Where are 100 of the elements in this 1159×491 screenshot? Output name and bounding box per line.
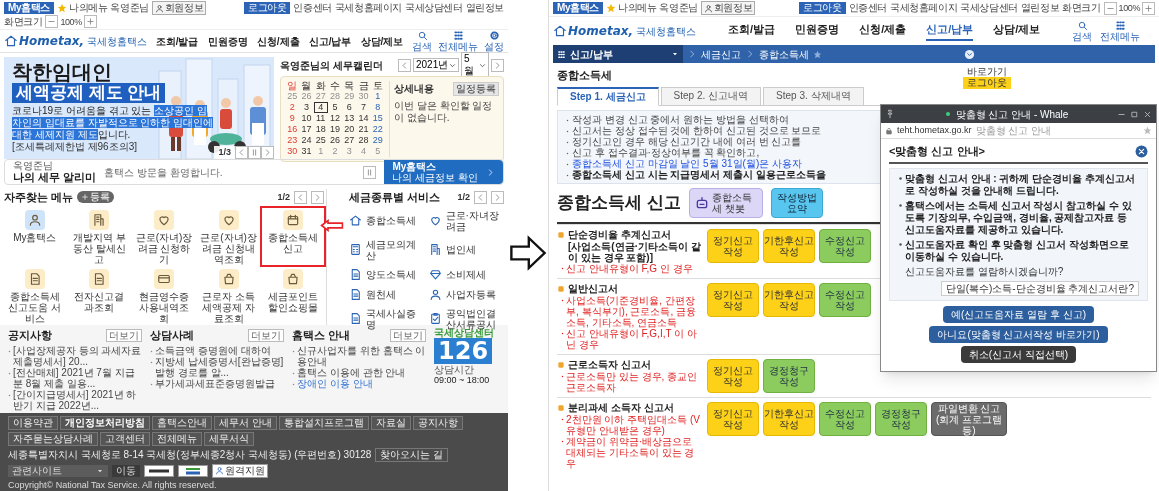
toolbar-button[interactable]: 검색 <box>1072 20 1093 42</box>
breadcrumb-link[interactable]: 세금신고 <box>701 46 741 62</box>
nav-menu-item[interactable]: 민원증명 <box>795 20 840 42</box>
my-menu-link[interactable]: 나의메뉴 <box>605 2 657 14</box>
menu-shortcut[interactable]: 개발지역 부동산 탈세신고 <box>68 207 131 265</box>
notice-link[interactable]: 부가세과세표준증명원발급 <box>155 377 275 389</box>
step-tab[interactable]: Step 3. 삭제내역 <box>763 87 864 106</box>
header-link[interactable]: 국세상담센터 <box>405 2 463 14</box>
form-button[interactable]: 정기신고 작성 <box>707 402 759 436</box>
form-button[interactable]: 파일변환 신고 (회계 프로그램 등) <box>931 402 1007 436</box>
header-link[interactable]: 화면크기 <box>1062 2 1101 14</box>
breadcrumb-link[interactable]: 종합소득세 <box>759 46 809 62</box>
header-link[interactable]: 국세상담센터 <box>960 2 1018 14</box>
step-tab[interactable]: Step 1. 세금신고 <box>557 87 659 106</box>
zoom-in-button[interactable] <box>1142 1 1155 15</box>
calendar-day[interactable]: 16 <box>285 124 300 135</box>
footer-link[interactable]: 공지사항 <box>412 415 463 430</box>
calendar-day[interactable]: 2 <box>285 102 300 113</box>
toolbar-button[interactable]: 설정 <box>484 30 504 52</box>
dialog-button[interactable]: 아니요(맞춤형 신고서작성 바로가기) <box>929 325 1108 343</box>
my-hometax-button[interactable]: My홈택스 <box>553 2 603 14</box>
menu-shortcut[interactable]: 현금영수증 사용내역조회 <box>133 266 195 324</box>
header-button[interactable]: 로그아웃 <box>243 2 291 14</box>
zoom-out-button[interactable] <box>1103 1 1117 15</box>
header-link[interactable]: 열린정보 <box>465 2 504 14</box>
tax-service-link[interactable]: 법인세 <box>428 236 504 263</box>
notice-link[interactable]: [전산매체] 2021년 7월 지급분 8월 제출 일용... <box>13 366 142 389</box>
nav-menu-item[interactable]: 민원증명 <box>207 33 248 49</box>
prev-month-button[interactable] <box>398 58 411 72</box>
calendar-day[interactable]: 31 <box>299 146 314 157</box>
nav-menu-item[interactable]: 조회/발급 <box>155 33 199 49</box>
tax-service-link[interactable]: 사업자등록 <box>428 285 504 303</box>
footer-link[interactable]: 세무서식 <box>204 431 254 446</box>
menu-shortcut[interactable]: 전자신고결과조회 <box>68 266 131 324</box>
calendar-day[interactable]: 30 <box>285 146 300 157</box>
directions-button[interactable]: 찾아오시는 길 <box>375 447 449 462</box>
footer-link[interactable]: 자료실 <box>370 415 411 430</box>
calendar-day[interactable]: 27 <box>342 135 357 146</box>
my-menu-link[interactable]: 나의메뉴 <box>56 2 108 14</box>
nav-menu-item[interactable]: 신고/납부 <box>308 33 352 49</box>
calendar-day[interactable]: 29 <box>370 135 385 146</box>
calendar-day[interactable]: 11 <box>313 113 328 124</box>
form-button[interactable]: 수정신고 작성 <box>819 402 871 436</box>
add-button[interactable]: 등록 <box>77 191 115 204</box>
nav-menu-item[interactable]: 상담/제보 <box>360 33 404 49</box>
my-hometax-button[interactable]: My홈택스 <box>4 2 54 14</box>
notice-link[interactable]: 소득금액 증명원에 대하여 <box>155 344 271 356</box>
header-link[interactable]: 국세청홈페이지 <box>889 2 958 14</box>
more-button[interactable]: 더보기 <box>106 328 142 342</box>
more-button[interactable]: 더보기 <box>390 328 426 342</box>
my-hometax-info-button[interactable]: My홈택스 나의 세금정보 확인 <box>384 160 503 184</box>
header-link[interactable]: 인증센터 <box>293 2 332 14</box>
menu-shortcut[interactable]: My홈택스 <box>4 207 66 265</box>
calendar-day[interactable]: 23 <box>285 135 300 146</box>
header-link[interactable]: 화면크기 <box>4 15 43 28</box>
calendar-day[interactable]: 18 <box>313 124 328 135</box>
calendar-day[interactable]: 5 <box>327 102 343 113</box>
form-button[interactable]: 수정신고 작성 <box>819 283 871 317</box>
next-button[interactable] <box>311 190 324 204</box>
footer-link[interactable]: 이용약관 <box>8 415 58 430</box>
form-button[interactable]: 경정청구 작성 <box>763 359 815 393</box>
calendar-day[interactable]: 25 <box>313 135 328 146</box>
calendar-day[interactable]: 9 <box>285 113 300 124</box>
dialog-button[interactable]: 예(신고도움자료 열람 후 신고) <box>943 305 1094 323</box>
form-button[interactable]: 수정신고 작성 <box>819 229 871 263</box>
more-button[interactable]: 더보기 <box>248 328 284 342</box>
toolbar-button[interactable]: 전체메뉴 <box>438 30 478 52</box>
calendar-day[interactable]: 1 <box>370 91 385 102</box>
step-tab[interactable]: Step 2. 신고내역 <box>660 87 762 106</box>
footer-link[interactable]: 자주묻는상담사례 <box>8 431 98 446</box>
footer-link[interactable]: 전체메뉴 <box>152 431 202 446</box>
calendar-day[interactable]: 4 <box>313 102 328 113</box>
calendar-day[interactable]: 6 <box>342 102 357 113</box>
calendar-day[interactable]: 10 <box>299 113 314 124</box>
quick-logout-button[interactable]: 로그아웃 <box>963 77 1011 89</box>
footer-link[interactable]: 고객센터 <box>100 431 150 446</box>
next-button[interactable] <box>491 190 504 204</box>
year-select[interactable]: 2021년 <box>413 58 459 72</box>
notice-link[interactable]: 홈택스 이용에 관한 안내 <box>297 366 406 378</box>
menu-shortcut[interactable]: 근로(자녀)장려금 신청하기 <box>133 207 195 265</box>
calendar-day[interactable]: 7 <box>356 102 371 113</box>
notice-link[interactable]: 지방세 납세증명서[완납증명] 발행 경로를 알... <box>155 355 284 378</box>
chatbot-button[interactable]: 종합소득세 챗봇 <box>688 188 763 218</box>
calendar-day[interactable]: 13 <box>342 113 357 124</box>
tax-service-link[interactable]: 양도소득세 <box>349 265 425 283</box>
highlighted-menu-item[interactable]: 종합소득세 신고 <box>262 207 324 265</box>
toolbar-button[interactable]: 검색 <box>412 30 432 52</box>
tax-service-link[interactable]: 원천세 <box>349 285 425 303</box>
calendar-day[interactable]: 12 <box>327 113 343 124</box>
form-button[interactable]: 정기신고 작성 <box>707 359 759 393</box>
form-button[interactable]: 정기신고 작성 <box>707 283 759 317</box>
menu-dropdown[interactable]: 신고/납부 <box>553 45 683 63</box>
header-link[interactable]: 열린정보 <box>1020 2 1060 14</box>
nav-menu-item[interactable]: 조회/발급 <box>728 20 776 42</box>
calendar-day[interactable]: 17 <box>299 124 314 135</box>
related-sites-select[interactable]: 관련사이트 <box>8 464 108 477</box>
notice-link[interactable]: 장애인 이용 안내 <box>297 377 373 389</box>
remote-support-button[interactable]: 원격지원 <box>212 463 268 478</box>
calendar-day[interactable]: 20 <box>342 124 357 135</box>
close-button[interactable] <box>1135 144 1148 158</box>
